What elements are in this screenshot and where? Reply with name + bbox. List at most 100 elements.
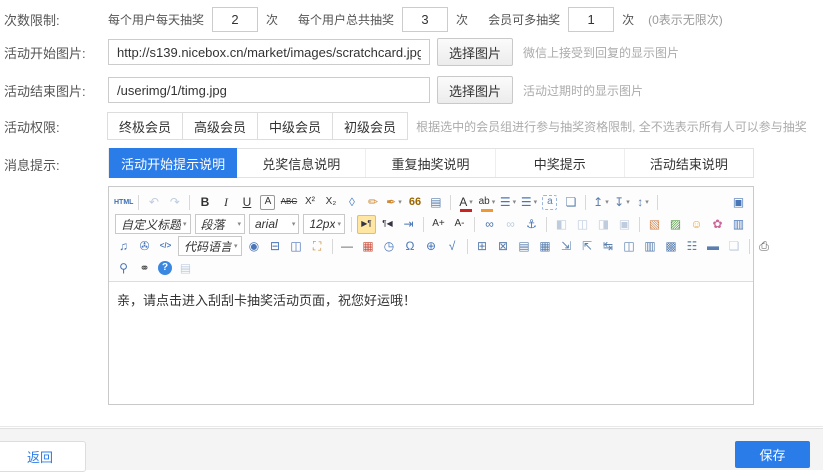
undo-icon[interactable]: ↶ bbox=[144, 193, 163, 212]
spacing-bottom-icon[interactable]: ↧▾ bbox=[612, 193, 631, 212]
format-brush-icon[interactable]: ✒▾ bbox=[384, 193, 403, 212]
strikethrough-icon[interactable]: ABC bbox=[279, 193, 298, 212]
merge-down-icon[interactable]: ▩ bbox=[662, 237, 681, 256]
member-option-button[interactable]: 初级会员 bbox=[332, 112, 408, 140]
scrawl-icon[interactable]: ✿ bbox=[708, 215, 727, 234]
font-color-icon[interactable]: A▾ bbox=[456, 193, 475, 212]
image-right-icon[interactable]: ◨ bbox=[594, 215, 613, 234]
toolbar-separator bbox=[138, 195, 139, 210]
blank-doc-icon[interactable]: ❏ bbox=[561, 193, 580, 212]
message-tab[interactable]: 活动开始提示说明 bbox=[108, 148, 237, 178]
clear-format-icon[interactable]: ✏ bbox=[363, 193, 382, 212]
back-button[interactable]: 返回 bbox=[0, 441, 86, 472]
message-tab[interactable]: 重复抽奖说明 bbox=[365, 149, 494, 177]
map-icon[interactable]: ⊕ bbox=[422, 237, 441, 256]
insert-image-icon[interactable]: ▧ bbox=[645, 215, 664, 234]
template-icon[interactable]: ❏ bbox=[725, 237, 744, 256]
merge-cells-icon[interactable]: ◫ bbox=[620, 237, 639, 256]
start-image-row: 活动开始图片: 选择图片 微信上接受到回复的显示图片 bbox=[0, 38, 823, 66]
limits-row: 次数限制: 每个用户每天抽奖 次 每个用户总共抽奖 次 会员可多抽奖 次 (0表… bbox=[0, 6, 823, 32]
paragraph-select[interactable]: 段落▾ bbox=[195, 214, 245, 234]
find-replace-icon[interactable]: ⚭ bbox=[135, 259, 154, 278]
ordered-list-icon[interactable]: ☰▾ bbox=[498, 193, 517, 212]
split-cell-icon[interactable]: ↹ bbox=[599, 237, 618, 256]
save-button[interactable]: 保存 bbox=[735, 441, 810, 468]
unordered-list-icon[interactable]: ☰▾ bbox=[519, 193, 538, 212]
image-inline-icon[interactable]: ▣ bbox=[615, 215, 634, 234]
anchor-a-icon[interactable]: a bbox=[542, 195, 557, 210]
paste-plain-icon[interactable]: ▤ bbox=[176, 259, 195, 278]
hr-icon[interactable]: — bbox=[338, 237, 357, 256]
table-header-icon[interactable]: ▦ bbox=[536, 237, 555, 256]
insert-code-icon[interactable]: </> bbox=[156, 237, 175, 256]
special-char-icon[interactable]: Ω bbox=[401, 237, 420, 256]
image-center-icon[interactable]: ◫ bbox=[573, 215, 592, 234]
underline-icon[interactable]: U bbox=[237, 193, 256, 212]
fullscreen-icon[interactable]: ▣ bbox=[729, 193, 748, 212]
member-option-button[interactable]: 高级会员 bbox=[182, 112, 258, 140]
time-icon[interactable]: ◷ bbox=[380, 237, 399, 256]
pagebreak-icon[interactable]: ⊟ bbox=[266, 237, 285, 256]
subscript-icon[interactable]: X₂ bbox=[321, 193, 340, 212]
start-image-input[interactable] bbox=[108, 39, 430, 65]
message-tab[interactable]: 兑奖信息说明 bbox=[236, 149, 365, 177]
fontsize-up-icon[interactable]: A+ bbox=[429, 215, 448, 234]
total-input[interactable] bbox=[402, 7, 448, 32]
formula-icon[interactable]: √ bbox=[443, 237, 462, 256]
delete-col-icon[interactable]: ▬ bbox=[704, 237, 723, 256]
preview-icon[interactable]: ⚲ bbox=[114, 259, 133, 278]
insert-table-icon[interactable]: ⊞ bbox=[473, 237, 492, 256]
superscript-icon[interactable]: X² bbox=[300, 193, 319, 212]
bold-icon[interactable]: B bbox=[195, 193, 214, 212]
member-option-button[interactable]: 终极会员 bbox=[107, 112, 183, 140]
fontsize-down-icon[interactable]: A- bbox=[450, 215, 469, 234]
music-icon[interactable]: ♫ bbox=[114, 237, 133, 256]
delete-row-icon[interactable]: ☷ bbox=[683, 237, 702, 256]
eraser-icon[interactable]: ◊ bbox=[342, 193, 361, 212]
unlink-icon[interactable]: ∞ bbox=[501, 215, 520, 234]
emoticon-icon[interactable]: ☺ bbox=[687, 215, 706, 234]
table-title-icon[interactable]: ▤ bbox=[515, 237, 534, 256]
blockquote-icon[interactable]: 66 bbox=[405, 193, 424, 212]
indent-icon[interactable]: ⇥ bbox=[399, 215, 418, 234]
redo-icon[interactable]: ↷ bbox=[165, 193, 184, 212]
font-size-select[interactable]: 12px▾ bbox=[303, 214, 345, 234]
paste-text-icon[interactable]: ▤ bbox=[426, 193, 445, 212]
delete-table-icon[interactable]: ⊠ bbox=[494, 237, 513, 256]
message-tab[interactable]: 中奖提示 bbox=[495, 149, 624, 177]
editor-content[interactable]: 亲，请点击进入刮刮卡抽奖活动页面，祝您好运哦！ bbox=[109, 282, 753, 404]
media-icon[interactable]: ◉ bbox=[245, 237, 264, 256]
highlight-color-icon[interactable]: ab▾ bbox=[477, 193, 496, 212]
end-image-input[interactable] bbox=[108, 77, 430, 103]
print-icon[interactable]: ⎙ bbox=[755, 237, 774, 256]
font-family-select[interactable]: arial▾ bbox=[249, 214, 299, 234]
ltr-icon[interactable]: ▶¶ bbox=[357, 215, 376, 234]
video-icon[interactable]: ▥ bbox=[729, 215, 748, 234]
end-image-pick-button[interactable]: 选择图片 bbox=[437, 76, 513, 104]
message-tab[interactable]: 活动结束说明 bbox=[624, 149, 753, 177]
columns-icon[interactable]: ◫ bbox=[287, 237, 306, 256]
anchor-icon[interactable]: ⚓ bbox=[522, 215, 541, 234]
attachment-icon[interactable]: ✇ bbox=[135, 237, 154, 256]
spacing-top-icon[interactable]: ↥▾ bbox=[591, 193, 610, 212]
line-height-icon[interactable]: ↕▾ bbox=[633, 193, 652, 212]
date-icon[interactable]: ▦ bbox=[359, 237, 378, 256]
merge-right-icon[interactable]: ▥ bbox=[641, 237, 660, 256]
insert-col-icon[interactable]: ⇱ bbox=[578, 237, 597, 256]
member-extra-input[interactable] bbox=[568, 7, 614, 32]
start-image-pick-button[interactable]: 选择图片 bbox=[437, 38, 513, 66]
link-icon[interactable]: ∞ bbox=[480, 215, 499, 234]
boxed-a-icon[interactable]: A bbox=[260, 195, 275, 210]
upload-image-icon[interactable]: ▨ bbox=[666, 215, 685, 234]
html-source-icon[interactable]: HTML bbox=[114, 193, 133, 212]
help-icon[interactable]: ? bbox=[158, 261, 172, 275]
member-option-button[interactable]: 中级会员 bbox=[257, 112, 333, 140]
code-language-select[interactable]: 代码语言▾ bbox=[178, 236, 242, 256]
screenshot-icon[interactable]: ⛶ bbox=[308, 237, 327, 256]
heading-select[interactable]: 自定义标题▾ bbox=[115, 214, 191, 234]
rtl-icon[interactable]: ¶◀ bbox=[378, 215, 397, 234]
insert-row-icon[interactable]: ⇲ bbox=[557, 237, 576, 256]
per-day-input[interactable] bbox=[212, 7, 258, 32]
image-left-icon[interactable]: ◧ bbox=[552, 215, 571, 234]
italic-icon[interactable]: I bbox=[216, 193, 235, 212]
